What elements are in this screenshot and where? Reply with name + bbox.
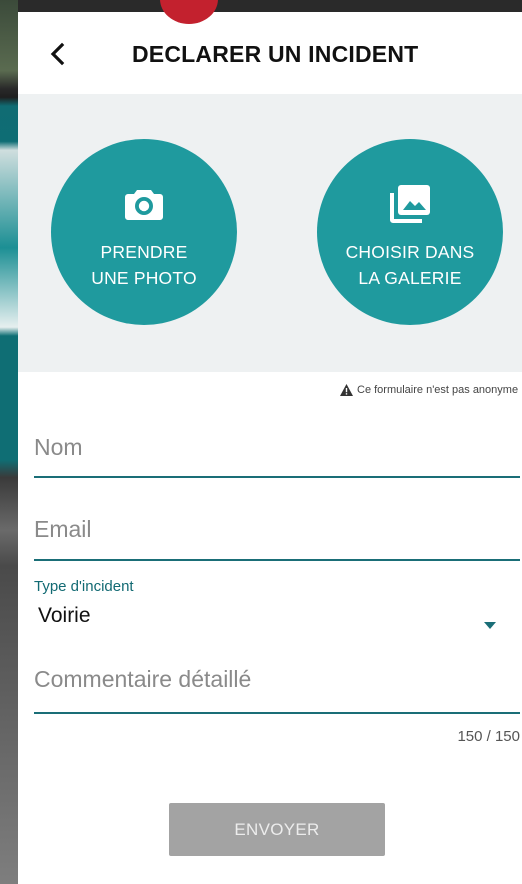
take-photo-label: PRENDRE UNE PHOTO bbox=[91, 242, 197, 288]
notice-text: Ce formulaire n'est pas anonyme bbox=[357, 384, 519, 396]
dropdown-arrow-icon bbox=[484, 622, 496, 629]
gallery-label: CHOISIR DANS LA GALERIE bbox=[345, 242, 475, 288]
email-field[interactable]: Email bbox=[34, 514, 520, 562]
camera-icon bbox=[124, 185, 164, 223]
submit-button[interactable]: ENVOYER bbox=[169, 803, 385, 856]
warning-icon bbox=[340, 384, 353, 396]
name-placeholder: Nom bbox=[34, 434, 83, 460]
anonymity-notice: Ce formulaire n'est pas anonyme bbox=[340, 384, 522, 396]
comment-field[interactable]: Commentaire détaillé bbox=[34, 666, 520, 716]
comment-placeholder: Commentaire détaillé bbox=[34, 666, 252, 692]
background-screen-top bbox=[18, 0, 522, 12]
name-field[interactable]: Nom bbox=[34, 432, 520, 480]
incident-type-value: Voirie bbox=[38, 604, 91, 627]
char-counter: 150 / 150 bbox=[457, 728, 520, 745]
incident-type-select[interactable]: Type d'incident Voirie bbox=[34, 578, 520, 638]
back-button[interactable] bbox=[42, 38, 74, 70]
header: DECLARER UN INCIDENT bbox=[18, 12, 522, 94]
take-photo-button[interactable]: PRENDRE UNE PHOTO bbox=[51, 139, 237, 325]
incident-type-label: Type d'incident bbox=[34, 578, 134, 595]
chevron-left-icon bbox=[50, 42, 65, 66]
gallery-icon bbox=[390, 185, 430, 223]
gallery-button[interactable]: CHOISIR DANS LA GALERIE bbox=[317, 139, 503, 325]
background-screen-edge bbox=[0, 0, 18, 884]
name-underline bbox=[34, 476, 520, 478]
comment-underline bbox=[34, 712, 520, 714]
email-underline bbox=[34, 559, 520, 561]
page-title: DECLARER UN INCIDENT bbox=[132, 41, 419, 67]
email-placeholder: Email bbox=[34, 516, 92, 542]
incident-form-sheet: DECLARER UN INCIDENT PRENDRE UNE PHOTO C… bbox=[18, 12, 522, 884]
photo-panel: PRENDRE UNE PHOTO CHOISIR DANS LA GALERI… bbox=[18, 94, 522, 372]
